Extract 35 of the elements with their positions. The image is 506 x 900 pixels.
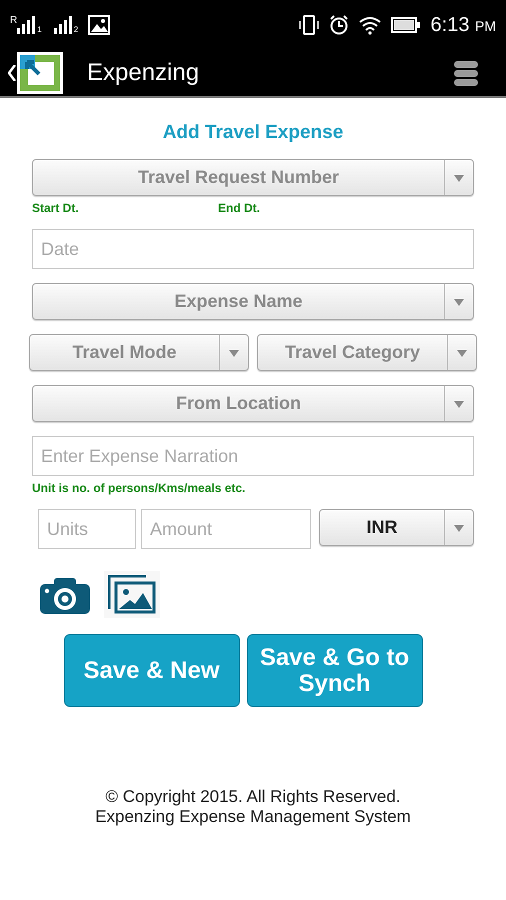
wifi-icon bbox=[358, 15, 381, 35]
input-field[interactable]: Enter Expense Narration bbox=[32, 436, 474, 476]
battery-icon bbox=[390, 16, 421, 34]
sim-slot-label: 2 bbox=[74, 26, 78, 34]
camera-icon[interactable] bbox=[40, 576, 90, 614]
input-field[interactable]: Units bbox=[38, 509, 136, 549]
footer-text: Expenzing Expense Management System bbox=[94, 807, 412, 827]
app-logo-icon bbox=[17, 52, 63, 94]
save-button[interactable]: Save & New bbox=[64, 634, 240, 707]
signal-icon bbox=[17, 16, 36, 34]
back-icon bbox=[8, 65, 17, 81]
dropdown[interactable]: INR bbox=[319, 509, 474, 546]
app-title: Expenzing bbox=[87, 59, 200, 87]
date-label: End Dt. bbox=[218, 201, 261, 215]
dropdown[interactable]: Travel Mode bbox=[29, 334, 249, 371]
gallery-icon[interactable] bbox=[108, 575, 156, 614]
alarm-icon bbox=[328, 15, 349, 35]
menu-icon[interactable] bbox=[454, 60, 478, 86]
roaming-label: R bbox=[10, 16, 18, 26]
footer-text: © Copyright 2015. All Rights Reserved. bbox=[104, 787, 402, 807]
dropdown[interactable]: From Location bbox=[32, 385, 474, 422]
signal-icon bbox=[54, 16, 72, 34]
vibrate-icon bbox=[298, 15, 319, 35]
date-label: Start Dt. bbox=[32, 201, 80, 215]
sim-slot-label: 1 bbox=[37, 26, 42, 34]
hint-text: Unit is no. of persons/Kms/meals etc. bbox=[32, 481, 246, 495]
clock-time: 6:13 PM bbox=[430, 14, 496, 36]
dropdown[interactable]: Expense Name bbox=[32, 283, 474, 320]
dropdown[interactable]: Travel Category bbox=[257, 334, 477, 371]
save-button[interactable]: Save & Go to Synch bbox=[246, 634, 422, 707]
dropdown[interactable]: Travel Request Number bbox=[32, 159, 474, 196]
form-title: Add Travel Expense bbox=[162, 122, 344, 144]
input-field[interactable]: Amount bbox=[141, 509, 311, 549]
image-icon bbox=[88, 15, 110, 35]
input-field[interactable]: Date bbox=[32, 229, 474, 269]
